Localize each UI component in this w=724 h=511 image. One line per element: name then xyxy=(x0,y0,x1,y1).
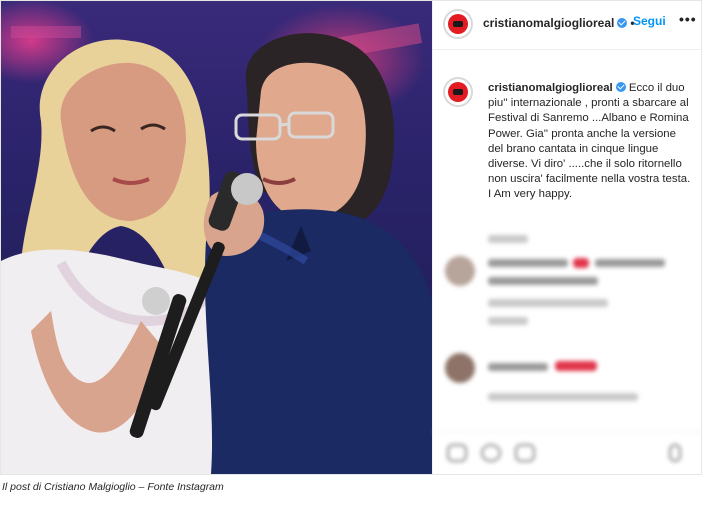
comment-avatar xyxy=(445,353,475,383)
comment-icon[interactable] xyxy=(481,444,501,462)
author-avatar[interactable] xyxy=(443,9,473,39)
post-photo[interactable] xyxy=(1,1,432,474)
post-side-panel: cristianomalgioglioreal • Segui ••• crist… xyxy=(432,1,701,474)
caption-avatar[interactable] xyxy=(443,77,473,107)
save-icon[interactable] xyxy=(669,444,681,462)
follow-button[interactable]: Segui xyxy=(633,14,666,28)
verified-badge-icon xyxy=(615,82,626,92)
image-credit: Il post di Cristiano Malgioglio – Fonte … xyxy=(2,481,224,493)
caption-text: Ecco il duo piu'' internazionale , pront… xyxy=(488,82,691,201)
more-options-icon[interactable]: ••• xyxy=(679,11,697,27)
post-header: cristianomalgioglioreal • Segui ••• xyxy=(433,1,701,50)
comment-avatar xyxy=(445,256,475,286)
post-caption: cristianomalgioglioreal Ecco il duo piu'… xyxy=(488,81,693,203)
header-username-text[interactable]: cristianomalgioglioreal xyxy=(483,16,614,30)
singers-illustration xyxy=(1,23,432,474)
instagram-post-frame: cristianomalgioglioreal • Segui ••• crist… xyxy=(0,0,702,475)
header-username[interactable]: cristianomalgioglioreal • xyxy=(483,16,638,30)
verified-badge-icon xyxy=(617,18,628,28)
caption-username[interactable]: cristianomalgioglioreal xyxy=(488,82,613,94)
heart-icon[interactable] xyxy=(447,444,467,462)
share-icon[interactable] xyxy=(515,444,535,462)
post-actions-bar xyxy=(433,431,701,474)
